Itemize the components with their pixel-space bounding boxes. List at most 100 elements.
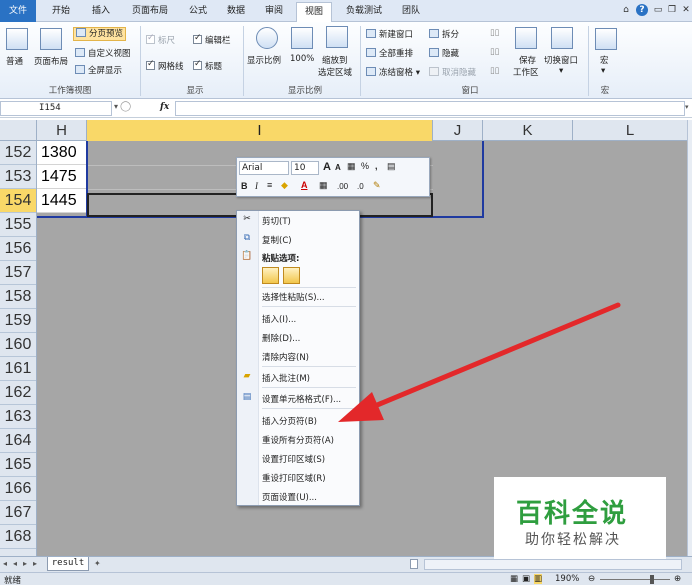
percent-style-button[interactable]: %	[361, 161, 369, 171]
next-sheet-icon[interactable]: ▸	[23, 559, 27, 568]
freeze-panes-button[interactable]: 冻结窗格 ▾	[366, 66, 420, 78]
expand-formula-bar-icon[interactable]: ▾	[685, 103, 689, 111]
zoom-level[interactable]: 190%	[555, 574, 579, 584]
last-sheet-icon[interactable]: ▸	[33, 559, 37, 568]
view-normal-icon[interactable]: ▦	[510, 574, 518, 584]
switch-windows-button[interactable]: 切换窗口	[544, 54, 578, 66]
italic-button[interactable]: I	[255, 181, 258, 191]
view-page-break-icon[interactable]: ▥	[534, 574, 543, 584]
macros-icon[interactable]	[595, 28, 617, 50]
gridlines-checkbox[interactable]: 网格线	[146, 59, 184, 72]
formula-input[interactable]	[175, 101, 685, 116]
minimize-icon[interactable]: ▭	[652, 4, 664, 16]
row-header-163[interactable]: 163	[0, 405, 36, 429]
menu-item-set-print-area[interactable]: 设置打印区域(S)	[262, 453, 325, 465]
vertical-scrollbar[interactable]	[687, 120, 692, 556]
font-name-box[interactable]: Arial	[239, 161, 289, 175]
page-layout-view-icon[interactable]	[40, 28, 62, 50]
tab-file[interactable]: 文件	[0, 0, 36, 22]
name-box-dropdown-icon[interactable]: ▾	[114, 102, 118, 111]
save-workspace-icon[interactable]	[515, 27, 537, 49]
row-header-159[interactable]: 159	[0, 309, 36, 333]
menu-item-cut[interactable]: 剪切(T)	[262, 215, 291, 227]
row-header-154[interactable]: 154	[0, 189, 36, 213]
tab-insert[interactable]: 插入	[84, 2, 118, 22]
row-header-153[interactable]: 153	[0, 165, 36, 189]
menu-item-format-cells[interactable]: 设置单元格格式(F)...	[262, 393, 341, 405]
switch-windows-icon[interactable]	[551, 27, 573, 49]
page-border-right[interactable]	[482, 141, 484, 218]
tab-home[interactable]: 开始	[44, 2, 78, 22]
switch-windows-dropdown-icon[interactable]: ▾	[559, 66, 563, 76]
fill-color-icon[interactable]: ◆	[281, 180, 288, 191]
help-icon[interactable]: ?	[636, 4, 648, 16]
normal-view-button[interactable]: 普通	[6, 55, 23, 67]
tab-formulas[interactable]: 公式	[182, 2, 214, 22]
page-layout-view-button[interactable]: 页面布局	[34, 55, 68, 67]
save-workspace-button-line1[interactable]: 保存	[519, 54, 536, 66]
zoom-magnifier-icon[interactable]	[256, 27, 278, 49]
column-header-k[interactable]: K	[483, 120, 573, 141]
macros-button[interactable]: 宏	[600, 54, 609, 66]
custom-views-button[interactable]: 自定义视图	[75, 47, 131, 59]
restore-icon[interactable]: ❐	[666, 4, 678, 16]
zoom-slider-thumb[interactable]	[650, 575, 654, 584]
menu-item-insert-comment[interactable]: 插入批注(M)	[262, 372, 310, 384]
cell-h153[interactable]: 1475	[37, 165, 87, 189]
accounting-format-icon[interactable]: ▦	[347, 161, 356, 172]
row-header-155[interactable]: 155	[0, 213, 36, 237]
cell-h152[interactable]: 1380	[37, 141, 87, 165]
view-page-layout-icon[interactable]: ▣	[522, 574, 530, 584]
formula-bar-checkbox[interactable]: 编辑栏	[193, 33, 231, 46]
zoom-out-icon[interactable]: ⊖	[588, 574, 595, 584]
increase-decimal-button[interactable]: .00	[337, 182, 348, 191]
insert-function-button[interactable]: fx	[160, 102, 169, 112]
horizontal-scrollbar-splitter[interactable]	[410, 559, 418, 569]
select-all-corner[interactable]	[0, 120, 37, 141]
cell-h154[interactable]: 1445	[37, 189, 87, 213]
format-painter-small-icon[interactable]: ▤	[387, 161, 396, 172]
insert-sheet-icon[interactable]: ✦	[94, 559, 101, 568]
row-header-168[interactable]: 168	[0, 525, 36, 549]
menu-item-delete[interactable]: 删除(D)...	[262, 332, 300, 344]
minimize-ribbon-icon[interactable]: ⌂	[620, 4, 632, 16]
row-header-156[interactable]: 156	[0, 237, 36, 261]
align-center-icon[interactable]: ≡	[267, 180, 272, 190]
row-header-158[interactable]: 158	[0, 285, 36, 309]
arrange-all-button[interactable]: 全部重排	[366, 47, 413, 59]
tab-page-layout[interactable]: 页面布局	[124, 2, 176, 22]
menu-item-insert[interactable]: 插入(I)...	[262, 313, 296, 325]
font-color-button[interactable]: A	[301, 180, 308, 190]
shrink-font-button[interactable]: A	[335, 163, 341, 172]
zoom-in-icon[interactable]: ⊕	[674, 574, 681, 584]
decrease-decimal-button[interactable]: .0	[357, 182, 364, 191]
reset-window-position-icon[interactable]: ▯▯	[490, 66, 499, 76]
horizontal-scrollbar[interactable]	[424, 559, 682, 570]
row-header-161[interactable]: 161	[0, 357, 36, 381]
menu-item-reset-print-area[interactable]: 重设打印区域(R)	[262, 472, 326, 484]
column-header-h[interactable]: H	[37, 120, 87, 141]
menu-item-insert-page-break[interactable]: 插入分页符(B)	[262, 415, 317, 427]
normal-view-icon[interactable]	[6, 28, 28, 50]
save-workspace-button-line2[interactable]: 工作区	[513, 66, 539, 78]
row-header-152[interactable]: 152	[0, 141, 36, 165]
row-header-162[interactable]: 162	[0, 381, 36, 405]
font-size-box[interactable]: 10	[291, 161, 319, 175]
first-sheet-icon[interactable]: ◂	[3, 559, 7, 568]
unhide-button[interactable]: 取消隐藏	[429, 66, 476, 78]
name-box[interactable]: I154	[0, 101, 112, 116]
tab-review[interactable]: 审阅	[258, 2, 290, 22]
row-header-160[interactable]: 160	[0, 333, 36, 357]
format-painter-icon[interactable]: ✎	[373, 180, 381, 191]
borders-icon[interactable]: ▦	[319, 180, 328, 191]
headings-checkbox[interactable]: 标题	[193, 59, 222, 72]
ruler-checkbox[interactable]: 标尺	[146, 33, 175, 46]
zoom-button[interactable]: 显示比例	[247, 54, 281, 66]
menu-item-reset-all-page-breaks[interactable]: 重设所有分页符(A)	[262, 434, 334, 446]
comma-style-button[interactable]: ,	[375, 161, 378, 171]
close-icon[interactable]: ✕	[680, 4, 692, 16]
column-header-j[interactable]: J	[433, 120, 483, 141]
menu-item-clear-contents[interactable]: 清除内容(N)	[262, 351, 309, 363]
grow-font-button[interactable]: A	[323, 161, 331, 173]
row-header-165[interactable]: 165	[0, 453, 36, 477]
